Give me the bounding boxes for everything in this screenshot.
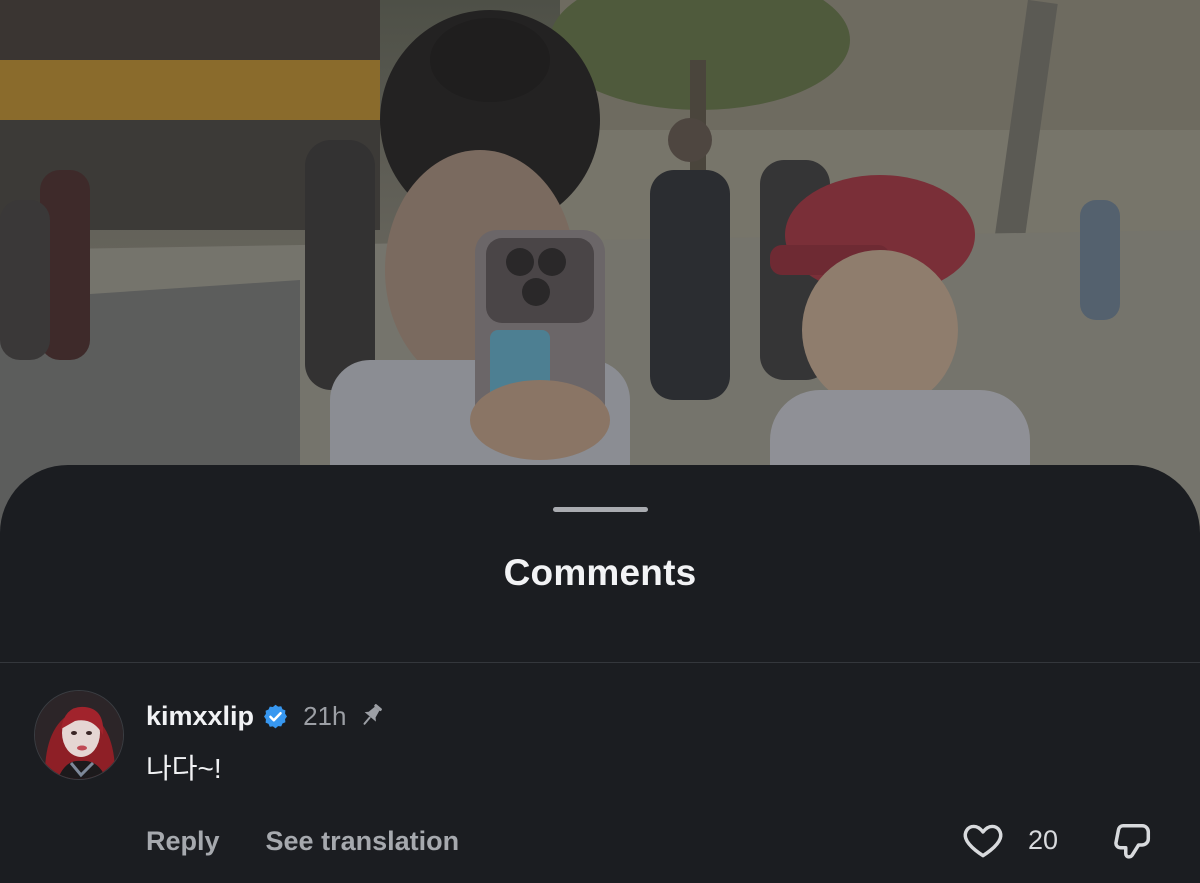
sheet-grabber-handle[interactable] [553,507,648,512]
commenter-avatar[interactable] [34,690,124,780]
sheet-title: Comments [503,552,697,593]
like-count: 20 [1028,824,1059,855]
see-translation-button[interactable]: See translation [266,826,460,857]
screen: Comments kimxxlip 21h 나다~! Reply See tra… [0,0,1200,883]
sheet-divider [0,662,1200,663]
like-group: 20 [960,818,1058,862]
avatar-image [35,691,123,779]
comment-actions: Reply See translation [146,823,459,859]
heart-icon[interactable] [960,818,1006,862]
comment-timestamp: 21h [303,700,347,731]
reply-button[interactable]: Reply [146,826,220,857]
pin-icon [356,701,386,731]
comment-username[interactable]: kimxxlip [146,701,254,732]
comment-header: kimxxlip 21h [146,698,386,734]
comment-text: 나다~! [146,753,222,784]
verified-badge-icon [262,703,289,730]
dislike-icon[interactable] [1112,818,1156,862]
